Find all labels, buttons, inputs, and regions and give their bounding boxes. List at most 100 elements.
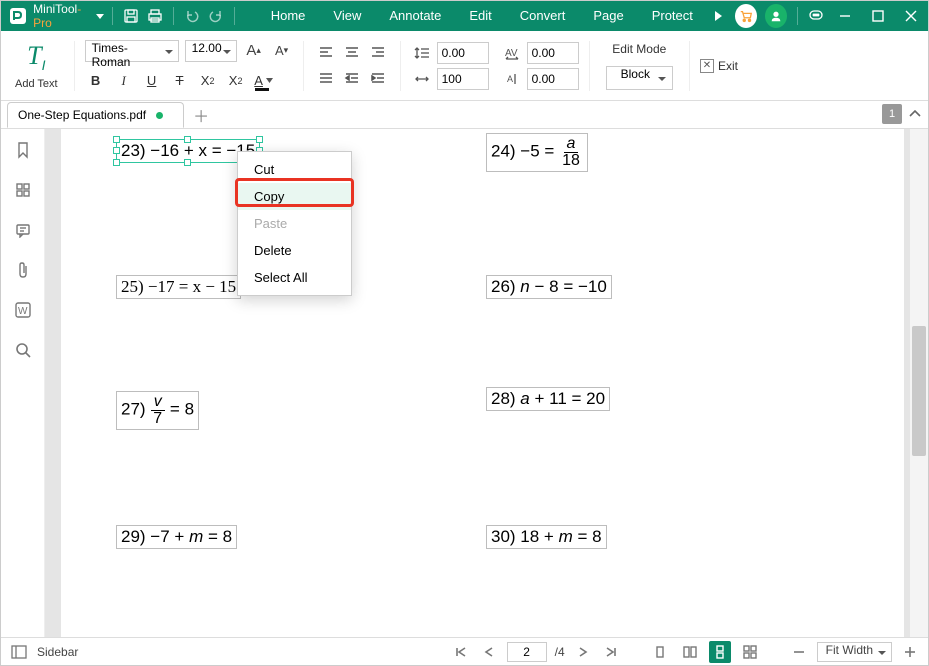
collapse-ribbon-icon[interactable] — [906, 105, 924, 123]
strike-button[interactable]: T — [169, 70, 191, 92]
add-text-icon: TI — [27, 41, 45, 73]
font-size-select[interactable]: 12.00 — [185, 40, 237, 62]
vert-scale-input[interactable] — [527, 68, 579, 90]
equation-27[interactable]: 27) v7 = 8 — [116, 391, 199, 430]
equation-30[interactable]: 30) 18 + m = 8 — [486, 525, 607, 549]
view-continuous-facing-icon[interactable] — [739, 641, 761, 663]
menu-convert[interactable]: Convert — [506, 1, 580, 31]
sidebar-toggle-icon[interactable] — [9, 642, 29, 662]
menu-edit[interactable]: Edit — [455, 1, 505, 31]
document-tab-name: One-Step Equations.pdf — [18, 108, 146, 122]
add-text-group[interactable]: TI Add Text — [9, 37, 64, 93]
subscript-button[interactable]: X2 — [225, 70, 247, 92]
equation-29[interactable]: 29) −7 + m = 8 — [116, 525, 237, 549]
equation-24[interactable]: 24) −5 = a18 — [486, 133, 588, 172]
zoom-in-icon[interactable] — [900, 642, 920, 662]
print-icon[interactable] — [143, 1, 167, 31]
menu-tabs: Home View Annotate Edit Convert Page Pro… — [257, 1, 707, 31]
feedback-icon[interactable] — [804, 1, 828, 31]
cart-icon[interactable] — [735, 4, 757, 28]
attachments-icon[interactable] — [12, 259, 34, 281]
ctx-delete[interactable]: Delete — [238, 237, 351, 264]
undo-icon[interactable] — [180, 1, 204, 31]
menu-home[interactable]: Home — [257, 1, 320, 31]
align-justify-icon[interactable] — [314, 67, 338, 91]
document-stage[interactable]: 23) −16 + x = −15 24) −5 = a18 25) −17 =… — [45, 129, 928, 637]
view-facing-icon[interactable] — [679, 641, 701, 663]
svg-text:W: W — [18, 306, 28, 317]
exit-label: Exit — [718, 59, 738, 73]
increase-font-icon[interactable]: A▴ — [243, 40, 265, 62]
equation-26[interactable]: 26) n − 8 = −10 — [486, 275, 612, 299]
equation-27-num: v — [151, 394, 165, 411]
edit-mode-select[interactable]: Block — [606, 66, 673, 90]
indent-increase-icon[interactable] — [366, 67, 390, 91]
indent-decrease-icon[interactable] — [340, 67, 364, 91]
ctx-cut[interactable]: Cut — [238, 156, 351, 183]
page-indicator-badge: 1 — [882, 104, 902, 124]
font-name-select[interactable]: Times-Roman — [85, 40, 179, 62]
redo-icon[interactable] — [204, 1, 228, 31]
total-pages: /4 — [555, 645, 565, 659]
equation-27-post: = 8 — [165, 399, 194, 418]
document-tab[interactable]: One-Step Equations.pdf — [7, 102, 184, 128]
bold-button[interactable]: B — [85, 70, 107, 92]
line-spacing-input[interactable] — [437, 42, 489, 64]
menu-view[interactable]: View — [319, 1, 375, 31]
close-button[interactable] — [895, 1, 928, 31]
equation-25[interactable]: 25) −17 = x − 15 — [116, 275, 241, 299]
font-color-button[interactable]: A — [253, 70, 275, 92]
decrease-font-icon[interactable]: A▾ — [271, 40, 293, 62]
thumbnails-icon[interactable] — [12, 179, 34, 201]
prev-page-icon[interactable] — [479, 642, 499, 662]
search-icon[interactable] — [12, 339, 34, 361]
scrollbar-thumb[interactable] — [912, 326, 926, 456]
more-menu-icon[interactable] — [707, 1, 731, 31]
align-right-icon[interactable] — [366, 41, 390, 65]
bookmarks-icon[interactable] — [12, 139, 34, 161]
italic-button[interactable]: I — [113, 70, 135, 92]
char-spacing-input[interactable] — [527, 42, 579, 64]
superscript-button[interactable]: X2 — [197, 70, 219, 92]
side-panel: W — [1, 129, 45, 637]
align-center-icon[interactable] — [340, 41, 364, 65]
edit-mode-label: Edit Mode — [612, 42, 666, 56]
current-page-input[interactable] — [507, 642, 547, 662]
zoom-select[interactable]: Fit Width — [817, 642, 892, 662]
add-text-label: Add Text — [15, 78, 58, 90]
line-spacing-icon — [411, 42, 433, 64]
equation-23-text: 23) −16 + x = −15 — [121, 141, 255, 160]
scrollbar-track[interactable] — [910, 129, 928, 637]
maximize-button[interactable] — [861, 1, 894, 31]
ctx-copy[interactable]: Copy — [238, 183, 351, 210]
ctx-select-all[interactable]: Select All — [238, 264, 351, 291]
menu-annotate[interactable]: Annotate — [375, 1, 455, 31]
minimize-button[interactable] — [828, 1, 861, 31]
equation-28[interactable]: 28) a + 11 = 20 — [486, 387, 610, 411]
view-single-icon[interactable] — [649, 641, 671, 663]
vert-scale-icon: A — [501, 68, 523, 90]
underline-button[interactable]: U — [141, 70, 163, 92]
status-bar: Sidebar /4 Fit Width — [1, 637, 928, 665]
app-menu-dropdown[interactable] — [95, 1, 106, 31]
menu-page[interactable]: Page — [579, 1, 637, 31]
pdf-page: 23) −16 + x = −15 24) −5 = a18 25) −17 =… — [61, 129, 904, 637]
zoom-out-icon[interactable] — [789, 642, 809, 662]
exit-button[interactable]: ✕ Exit — [700, 59, 738, 73]
main-area: W 23) −16 + x = −15 24) −5 = a18 25) −17… — [1, 129, 928, 637]
title-bar: MiniTool-Pro Home View Annotate Edit Con… — [1, 1, 928, 31]
user-icon[interactable] — [765, 4, 787, 28]
font-group: Times-Roman 12.00 A▴ A▾ B I U T X2 X2 A — [85, 40, 293, 92]
menu-protect[interactable]: Protect — [638, 1, 707, 31]
save-icon[interactable] — [119, 1, 143, 31]
align-left-icon[interactable] — [314, 41, 338, 65]
new-tab-button[interactable]: ＋ — [188, 102, 214, 128]
view-continuous-icon[interactable] — [709, 641, 731, 663]
horiz-scale-input[interactable] — [437, 68, 489, 90]
spacing-group: AV A — [411, 42, 579, 90]
next-page-icon[interactable] — [573, 642, 593, 662]
word-icon[interactable]: W — [12, 299, 34, 321]
comments-icon[interactable] — [12, 219, 34, 241]
last-page-icon[interactable] — [601, 642, 621, 662]
first-page-icon[interactable] — [451, 642, 471, 662]
